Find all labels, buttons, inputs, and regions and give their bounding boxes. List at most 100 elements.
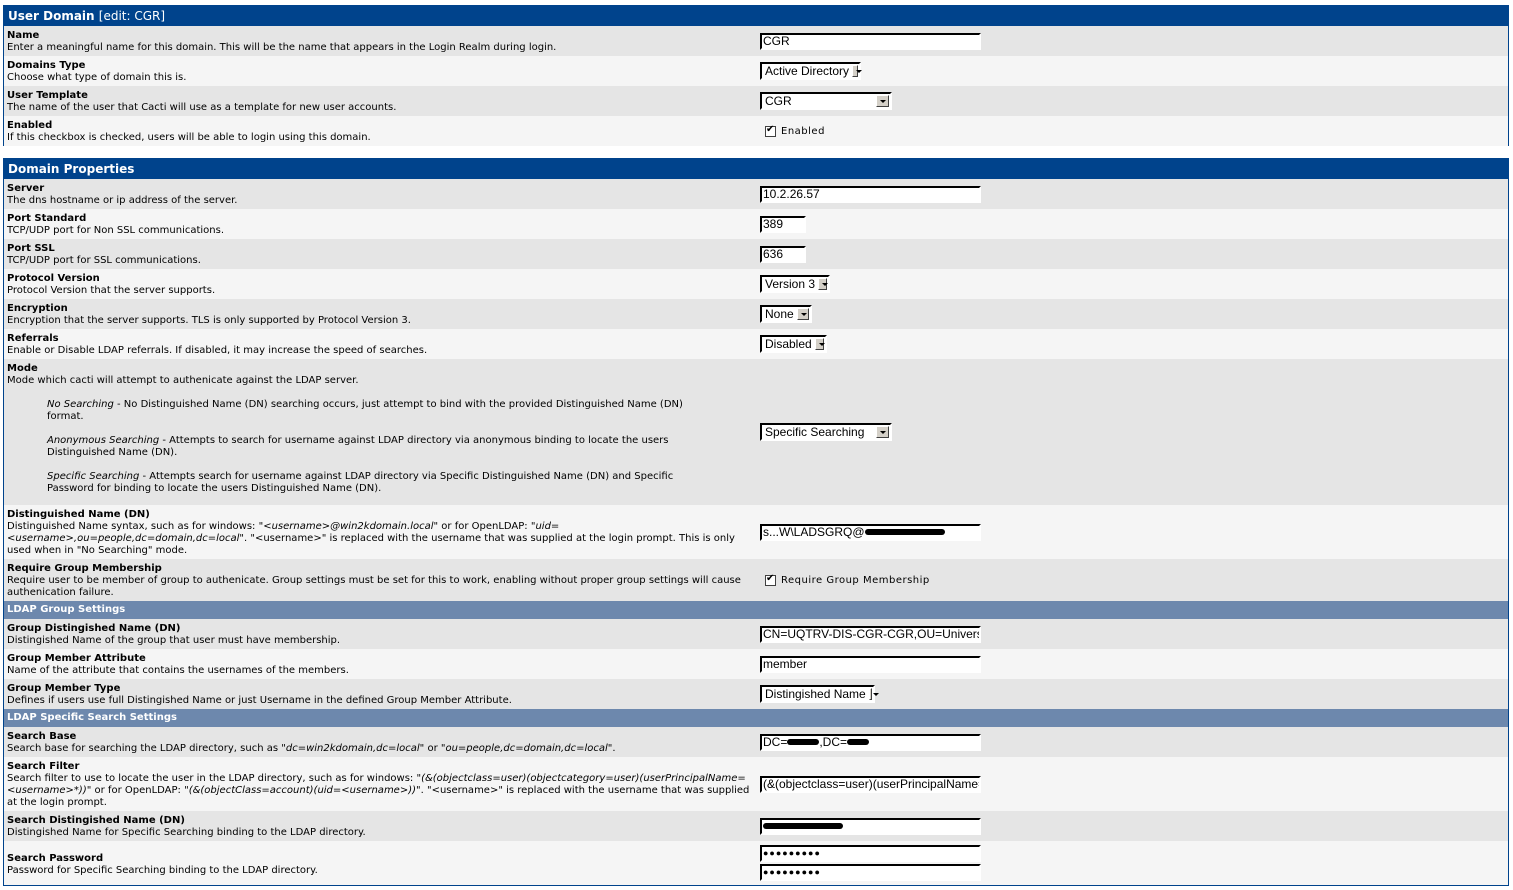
field-row-search-dn: Search Distingished Name (DN) Distingishe… (4, 811, 1508, 841)
field-row-distinguished-name: Distinguished Name (DN) Distinguished Na… (4, 505, 1508, 559)
field-description: If this checkbox is checked, users will … (7, 132, 371, 143)
field-description: TCP/UDP port for Non SSL communications. (7, 225, 225, 236)
field-label: Group Member Type (7, 683, 121, 694)
field-description: Distingished Name for Specific Searching… (7, 827, 366, 838)
field-label: Require Group Membership (7, 563, 162, 574)
referrals-select[interactable]: Disabled (760, 335, 827, 353)
select-value: Active Directory (765, 64, 850, 78)
field-row-mode: Mode Mode which cacti will attempt to au… (4, 359, 1508, 505)
group-member-attribute-input[interactable]: member (760, 655, 981, 673)
field-description: Defines if users use full Distingished N… (7, 695, 512, 706)
protocol-version-select[interactable]: Version 3 (760, 275, 830, 293)
name-input[interactable]: CGR (760, 32, 981, 50)
enabled-checkbox-label[interactable]: Enabled (781, 126, 825, 137)
field-row-group-member-attribute: Group Member Attribute Name of the attrib… (4, 649, 1508, 679)
mode-option-anonymous-searching: Anonymous Searching - Attempts to search… (47, 435, 707, 459)
field-row-search-filter: Search Filter Search filter to use to lo… (4, 757, 1508, 811)
field-label: Search Password (7, 853, 104, 864)
select-value: Distingished Name (765, 687, 866, 701)
redaction-mark (864, 529, 945, 536)
ldap-group-settings-header: LDAP Group Settings (4, 601, 1508, 619)
search-filter-input[interactable]: (&(objectclass=user)(userPrincipalName=<… (760, 775, 981, 793)
field-description: Protocol Version that the server support… (7, 285, 216, 296)
field-description: Password for Specific Searching binding … (7, 865, 318, 876)
field-label: Search Distingished Name (DN) (7, 815, 185, 826)
port-standard-input[interactable]: 389 (760, 215, 806, 233)
field-row-referrals: Referrals Enable or Disable LDAP referral… (4, 329, 1508, 359)
encryption-select[interactable]: None (760, 305, 812, 323)
field-description: Search base for searching the LDAP direc… (7, 743, 616, 754)
field-description: Choose what type of domain this is. (7, 72, 187, 83)
user-domain-header: User Domain [edit: CGR] (4, 6, 1508, 26)
field-row-port-ssl: Port SSL TCP/UDP port for SSL communicati… (4, 239, 1508, 269)
domain-properties-header: Domain Properties (4, 159, 1508, 179)
select-value: Disabled (765, 337, 812, 351)
field-label: Distinguished Name (DN) (7, 509, 150, 520)
chevron-down-icon[interactable] (814, 338, 826, 350)
field-label: Group Member Attribute (7, 653, 146, 664)
select-value: Specific Searching (765, 425, 865, 439)
group-dn-input[interactable]: CN=UQTRV-DIS-CGR-CGR,OU=Universal,OU (760, 625, 981, 643)
field-label: Name (7, 30, 40, 41)
field-label: Port SSL (7, 243, 55, 254)
field-row-search-password: Search Password Password for Specific Sea… (4, 841, 1508, 885)
field-label: Server (7, 183, 45, 194)
select-value: None (765, 307, 794, 321)
search-password-confirm-input[interactable]: ●●●●●●●●● (760, 864, 981, 881)
chevron-down-icon[interactable] (876, 95, 889, 107)
panel-title: User Domain (8, 9, 95, 23)
distinguished-name-input[interactable]: s...W\LADSGRQ@ (760, 523, 981, 541)
field-label: Search Filter (7, 761, 80, 772)
mode-option-specific-searching: Specific Searching - Attempts search for… (47, 471, 707, 495)
field-description: Distinguished Name syntax, such as for w… (7, 521, 735, 556)
chevron-down-icon[interactable] (876, 426, 889, 438)
require-group-checkbox[interactable] (765, 573, 776, 586)
field-description: The dns hostname or ip address of the se… (7, 195, 238, 206)
mode-select[interactable]: Specific Searching (760, 423, 892, 441)
field-label: Port Standard (7, 213, 87, 224)
server-input[interactable]: 10.2.26.57 (760, 185, 981, 203)
field-row-group-member-type: Group Member Type Defines if users use fu… (4, 679, 1508, 709)
mode-option-text: - No Distinguished Name (DN) searching o… (47, 399, 683, 422)
field-row-server: Server The dns hostname or ip address of … (4, 179, 1508, 209)
require-group-checkbox-label[interactable]: Require Group Membership (781, 575, 930, 586)
field-row-group-dn: Group Distingished Name (DN) Distingished… (4, 619, 1508, 649)
field-row-port-standard: Port Standard TCP/UDP port for Non SSL co… (4, 209, 1508, 239)
mode-option-name: Specific Searching (47, 471, 140, 482)
redaction-mark (763, 823, 843, 830)
search-password-input[interactable]: ●●●●●●●●● (760, 845, 981, 862)
user-domain-panel: User Domain [edit: CGR] Name Enter a mean… (3, 5, 1509, 146)
enabled-checkbox[interactable] (765, 124, 776, 137)
field-description: Require user to be member of group to au… (7, 575, 741, 598)
domains-type-select[interactable]: Active Directory (760, 62, 862, 80)
group-member-type-select[interactable]: Distingished Name (760, 685, 880, 703)
select-value: Version 3 (765, 277, 816, 291)
field-label: Domains Type (7, 60, 86, 71)
ldap-specific-search-header: LDAP Specific Search Settings (4, 709, 1508, 727)
field-description: The name of the user that Cacti will use… (7, 102, 397, 113)
search-base-input[interactable]: DC= ,DC= (760, 733, 981, 751)
field-description: Distingished Name of the group that user… (7, 635, 341, 646)
example-windows: "<username>@win2kdomain.local" (258, 521, 439, 532)
mode-option-name: Anonymous Searching (47, 435, 160, 446)
chevron-down-icon[interactable] (868, 688, 880, 700)
mode-option-text: - Attempts search for username against L… (47, 471, 674, 494)
field-label: User Template (7, 90, 88, 101)
field-description: Name of the attribute that contains the … (7, 665, 349, 676)
search-dn-input[interactable] (760, 817, 981, 835)
chevron-down-icon[interactable] (818, 278, 828, 290)
domain-properties-panel: Domain Properties Server The dns hostname… (3, 158, 1509, 886)
field-label: Referrals (7, 333, 59, 344)
field-description: Enter a meaningful name for this domain.… (7, 42, 557, 53)
field-row-enabled: Enabled If this checkbox is checked, user… (4, 116, 1508, 146)
field-description: Encryption that the server supports. TLS… (7, 315, 411, 326)
field-description: Mode which cacti will attempt to autheni… (7, 375, 359, 386)
chevron-down-icon[interactable] (852, 65, 862, 77)
field-label: Mode (7, 363, 38, 374)
chevron-down-icon[interactable] (796, 308, 809, 320)
panel-subtitle: [edit: CGR] (98, 9, 166, 23)
field-row-protocol-version: Protocol Version Protocol Version that th… (4, 269, 1508, 299)
port-ssl-input[interactable]: 636 (760, 245, 806, 263)
user-template-select[interactable]: CGR (760, 92, 892, 110)
mode-option-name: No Searching (47, 399, 114, 410)
